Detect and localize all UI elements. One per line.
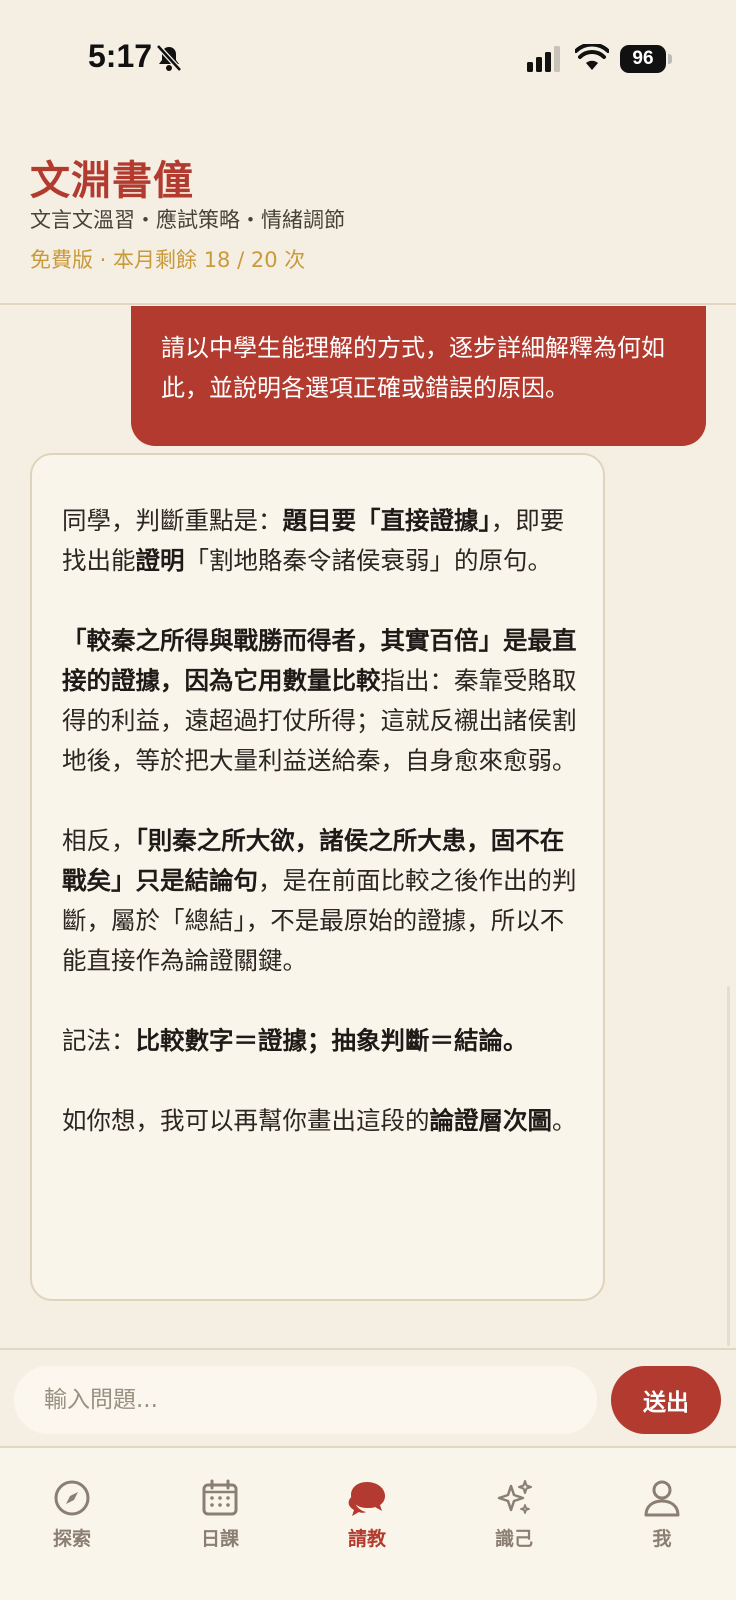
nav-label: 日課 [200,1528,239,1550]
nav-item-me[interactable]: 我 [612,1478,712,1558]
bottom-nav: 探索 日課 請教 識己 我 [0,1448,736,1600]
reply-text: 。 [552,1106,577,1135]
nav-item-explore[interactable]: 探索 [22,1478,122,1558]
user-message-bubble: 請以中學生能理解的方式，逐步詳細解釋為何如此，並說明各選項正確或錯誤的原因。 [131,306,706,446]
cellular-signal-icon [527,46,560,72]
app-header: 文淵書僮 文言文溫習・應試策略・情緒調節 免費版 · 本月剩餘 18 / 20 … [0,120,736,305]
assistant-message-bubble: 同學，判斷重點是：題目要「直接證據」，即要找出能證明「割地賂秦令諸侯衰弱」的原句… [30,453,605,1301]
reply-emphasis: 證明 [135,546,185,575]
sparkles-icon [497,1480,532,1514]
reply-paragraph: 記法：比較數字＝證據；抽象判斷＝結論。 [62,1021,577,1061]
app-title: 文淵書僮 [30,157,194,204]
reply-paragraph: 相反，「則秦之所大欲，諸侯之所大患，固不在戰矣」只是結論句，是在前面比較之後作出… [62,821,577,981]
reply-text: 記法： [62,1026,136,1055]
status-bar: 5:17 96 [0,0,736,120]
wifi-icon [575,44,609,70]
reply-paragraph: 「較秦之所得與戰勝而得者，其實百倍」是最直接的證據，因為它用數量比較指出：秦靠受… [62,621,577,781]
nav-item-self[interactable]: 識己 [464,1478,564,1558]
input-bar: 送出 [0,1348,736,1448]
nav-item-daily[interactable]: 日課 [170,1478,270,1558]
question-input[interactable] [14,1366,597,1434]
reply-text: 如你想，我可以再幫你畫出這段的 [62,1106,430,1135]
compass-icon [54,1480,90,1516]
reply-paragraph: 同學，判斷重點是：題目要「直接證據」，即要找出能證明「割地賂秦令諸侯衰弱」的原句… [62,501,577,581]
reply-text: 同學，判斷重點是： [62,506,283,535]
status-time: 5:17 [88,38,153,74]
app-subtitle: 文言文溫習・應試策略・情緒調節 [30,208,345,232]
reply-emphasis: 論證層次圖 [429,1106,553,1135]
reply-emphasis: 題目要「直接證據」 [282,506,491,535]
send-button[interactable]: 送出 [611,1366,721,1434]
chat-bubbles-icon [348,1482,385,1516]
usage-quota: 免費版 · 本月剩餘 18 / 20 次 [30,248,306,272]
bell-muted-icon [156,44,182,72]
nav-label: 請教 [347,1528,386,1550]
nav-item-ask[interactable]: 請教 [317,1478,417,1558]
nav-label: 識己 [494,1528,533,1550]
scrollbar-thumb[interactable] [727,986,730,1346]
battery-tip [668,54,672,64]
nav-label: 我 [652,1528,672,1550]
nav-label: 探索 [52,1528,91,1550]
reply-emphasis: 比較數字＝證據；抽象判斷＝結論。 [135,1026,528,1055]
chat-thread[interactable]: 請以中學生能理解的方式，逐步詳細解釋為何如此，並說明各選項正確或錯誤的原因。 同… [0,306,736,1348]
user-icon [644,1480,680,1517]
reply-text: 「割地賂秦令諸侯衰弱」的原句。 [184,546,553,575]
calendar-icon [202,1479,238,1516]
battery-indicator: 96 [620,45,666,73]
reply-text: 相反， [62,826,136,855]
reply-paragraph: 如你想，我可以再幫你畫出這段的論證層次圖。 [62,1101,577,1141]
